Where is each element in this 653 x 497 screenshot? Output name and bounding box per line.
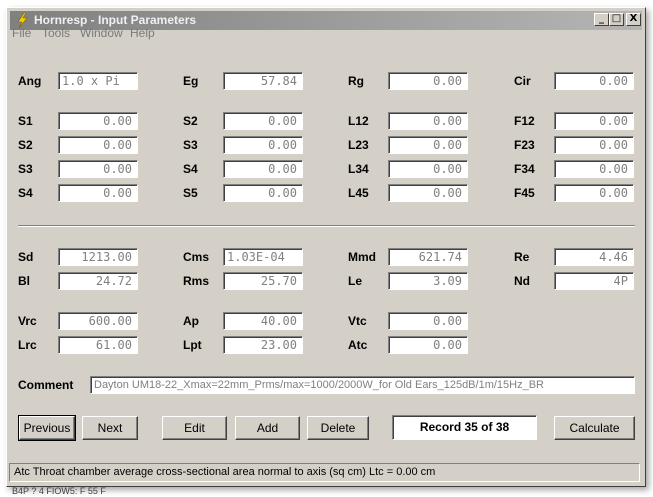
rg-field[interactable]: 0.00 — [388, 72, 468, 90]
comment-field[interactable]: Dayton UM18-22_Xmax=22mm_Prms/max=1000/2… — [90, 376, 635, 394]
menu-help[interactable]: Help — [130, 26, 155, 40]
label-s3: S3 — [18, 162, 33, 176]
label-s1: S1 — [18, 114, 33, 128]
atc-field[interactable]: 0.00 — [388, 336, 468, 354]
edit-button[interactable]: Edit — [162, 416, 227, 440]
menu-file[interactable]: File — [12, 26, 31, 40]
lrc-field[interactable]: 61.00 — [58, 336, 138, 354]
f45-field[interactable]: 0.00 — [554, 184, 634, 202]
label-nd: Nd — [514, 274, 530, 288]
label-mmd: Mmd — [348, 250, 376, 264]
l23-field[interactable]: 0.00 — [388, 136, 468, 154]
ap-field[interactable]: 40.00 — [223, 312, 303, 330]
s2-mid-field[interactable]: 0.00 — [223, 112, 303, 130]
s4-mid-field[interactable]: 0.00 — [223, 160, 303, 178]
minimize-button[interactable]: _ — [594, 13, 609, 26]
vtc-field[interactable]: 0.00 — [388, 312, 468, 330]
label-le: Le — [348, 274, 363, 288]
menu-tools[interactable]: Tools — [42, 26, 70, 40]
sd-field[interactable]: 1213.00 — [58, 248, 138, 266]
label-s4-mid: S4 — [183, 162, 198, 176]
f12-field[interactable]: 0.00 — [554, 112, 634, 130]
label-f45: F45 — [514, 186, 535, 200]
label-sd: Sd — [18, 250, 34, 264]
s1-field[interactable]: 0.00 — [58, 112, 138, 130]
s4-field[interactable]: 0.00 — [58, 184, 138, 202]
vrc-field[interactable]: 600.00 — [58, 312, 138, 330]
label-rg: Rg — [348, 74, 364, 88]
nd-field[interactable]: 4P — [554, 272, 634, 290]
ang-field[interactable]: 1.0 x Pi — [58, 72, 138, 90]
f34-field[interactable]: 0.00 — [554, 160, 634, 178]
cir-field[interactable]: 0.00 — [554, 72, 634, 90]
l34-field[interactable]: 0.00 — [388, 160, 468, 178]
status-bar: Atc Throat chamber average cross-section… — [9, 463, 640, 482]
label-s3-mid: S3 — [183, 138, 198, 152]
label-comment: Comment — [18, 378, 74, 392]
re-field[interactable]: 4.46 — [554, 248, 634, 266]
background-window-text: B4P ? 4 FIOW5: F 55 F — [12, 486, 106, 496]
label-l23: L23 — [348, 138, 369, 152]
label-cir: Cir — [514, 74, 531, 88]
label-lrc: Lrc — [18, 338, 37, 352]
lpt-field[interactable]: 23.00 — [223, 336, 303, 354]
label-re: Re — [514, 250, 530, 264]
s5-mid-field[interactable]: 0.00 — [223, 184, 303, 202]
s3-mid-field[interactable]: 0.00 — [223, 136, 303, 154]
label-s5-mid: S5 — [183, 186, 198, 200]
s3-field[interactable]: 0.00 — [58, 160, 138, 178]
f23-field[interactable]: 0.00 — [554, 136, 634, 154]
label-cms: Cms — [183, 250, 210, 264]
rms-field[interactable]: 25.70 — [223, 272, 303, 290]
label-l12: L12 — [348, 114, 369, 128]
label-f23: F23 — [514, 138, 535, 152]
label-atc: Atc — [348, 338, 368, 352]
separator — [18, 225, 635, 227]
label-rms: Rms — [183, 274, 210, 288]
label-ang: Ang — [18, 74, 42, 88]
label-s2-mid: S2 — [183, 114, 198, 128]
add-button[interactable]: Add — [235, 416, 300, 440]
previous-button[interactable]: Previous — [18, 415, 76, 441]
cms-field[interactable]: 1.03E-04 — [223, 248, 303, 266]
calculate-button[interactable]: Calculate — [554, 416, 635, 440]
label-bl: Bl — [18, 274, 30, 288]
label-f12: F12 — [514, 114, 535, 128]
label-ap: Ap — [183, 314, 199, 328]
label-s4: S4 — [18, 186, 33, 200]
label-s2: S2 — [18, 138, 33, 152]
next-button[interactable]: Next — [82, 416, 138, 440]
delete-button[interactable]: Delete — [307, 416, 369, 440]
mmd-field[interactable]: 621.74 — [388, 248, 468, 266]
l45-field[interactable]: 0.00 — [388, 184, 468, 202]
menu-window[interactable]: Window — [80, 26, 123, 40]
label-vrc: Vrc — [18, 314, 37, 328]
s2-field[interactable]: 0.00 — [58, 136, 138, 154]
close-button[interactable]: X — [626, 13, 641, 26]
label-l34: L34 — [348, 162, 369, 176]
label-eg: Eg — [183, 74, 199, 88]
maximize-button[interactable]: □ — [609, 13, 624, 26]
label-f34: F34 — [514, 162, 535, 176]
label-vtc: Vtc — [348, 314, 367, 328]
le-field[interactable]: 3.09 — [388, 272, 468, 290]
bl-field[interactable]: 24.72 — [58, 272, 138, 290]
eg-field[interactable]: 57.84 — [223, 72, 303, 90]
l12-field[interactable]: 0.00 — [388, 112, 468, 130]
record-indicator: Record 35 of 38 — [392, 415, 537, 440]
label-lpt: Lpt — [183, 338, 202, 352]
label-l45: L45 — [348, 186, 369, 200]
